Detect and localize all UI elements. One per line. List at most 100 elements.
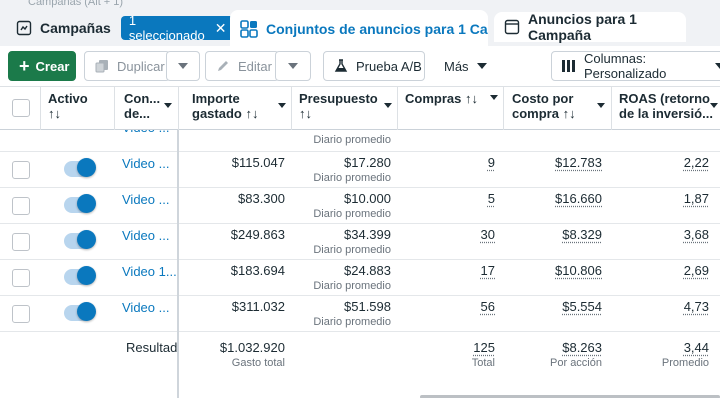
table-row[interactable]: Video ... $83.300 $10.000 Diario promedi… (0, 188, 720, 224)
budget-type: Diario promedio (313, 316, 391, 328)
breadcrumb: Campañas (Alt + 1) (28, 0, 124, 8)
purchases-value[interactable]: 56 (481, 299, 495, 314)
table-row[interactable]: Video 1... $183.694 $24.883 Diario prome… (0, 260, 720, 296)
col-budget[interactable]: Presupuesto ↑↓ (299, 91, 392, 121)
row-checkbox[interactable] (12, 233, 30, 251)
pencil-icon (216, 59, 230, 73)
table-row[interactable]: Video ... $311.032 $51.598 Diario promed… (0, 296, 720, 332)
chevron-down-icon[interactable] (278, 103, 286, 108)
adset-name-link[interactable]: Video 1... (122, 264, 177, 279)
cost-value[interactable]: $8.329 (562, 227, 602, 242)
edit-dropdown-button[interactable] (275, 51, 311, 81)
table-row[interactable]: Video ... $115.047 $17.280 Diario promed… (0, 152, 720, 188)
tab-campaigns[interactable]: Campañas 1 seleccionado ✕ (0, 10, 235, 46)
col-cost[interactable]: Costo por compra ↑↓ (512, 91, 605, 121)
column-divider (291, 87, 292, 130)
ab-test-button[interactable]: Prueba A/B (323, 51, 425, 81)
adset-name-link[interactable]: Video ... (122, 300, 169, 315)
create-button[interactable]: + Crear (8, 51, 76, 81)
more-label: Más (444, 58, 469, 74)
col-purchases[interactable]: Compras ↑↓ (405, 91, 498, 106)
edit-button[interactable]: Editar (205, 51, 279, 81)
table-header: Activo ↑↓ Con... de... Importe gastado ↑… (0, 87, 720, 130)
purchases-value[interactable]: 5 (488, 191, 495, 206)
roas-value[interactable]: 3,68 (684, 227, 709, 242)
more-button[interactable]: Más (433, 51, 497, 81)
columns-icon (562, 60, 576, 72)
cost-value[interactable]: $12.783 (555, 155, 602, 170)
row-checkbox[interactable] (12, 197, 30, 215)
budget-value: $34.399 (344, 227, 391, 242)
adset-name-link[interactable]: Video ... (122, 228, 169, 243)
totals-label: Resultad (126, 340, 178, 355)
chevron-down-icon[interactable] (597, 103, 605, 108)
active-toggle[interactable] (64, 302, 96, 321)
col-spent-title-2: gastado ↑↓ (192, 106, 259, 121)
purchases-value[interactable]: 17 (481, 263, 495, 278)
tab-adsets[interactable]: Conjuntos de anuncios para 1 Campaña (230, 10, 488, 46)
roas-value[interactable]: 2,22 (684, 155, 709, 170)
spent-value: $83.300 (238, 191, 285, 206)
duplicate-label: Duplicar (117, 58, 165, 74)
duplicate-button[interactable]: Duplicar (84, 51, 170, 81)
folder-icon (16, 20, 32, 36)
chevron-down-icon (288, 63, 298, 69)
col-purchases-title: Compras ↑↓ (405, 91, 478, 106)
cost-value[interactable]: $10.806 (555, 263, 602, 278)
chevron-down-icon[interactable] (164, 103, 172, 108)
edit-label: Editar (238, 58, 272, 74)
column-divider (114, 87, 115, 130)
row-checkbox[interactable] (12, 161, 30, 179)
active-toggle[interactable] (64, 158, 96, 177)
purchases-value[interactable]: 9 (488, 155, 495, 170)
spent-value: $311.032 (231, 299, 285, 314)
select-all-checkbox[interactable] (12, 99, 30, 117)
roas-value[interactable]: 4,73 (684, 299, 709, 314)
chevron-down-icon[interactable] (490, 95, 498, 100)
adset-name-link[interactable]: Video ... (122, 192, 169, 207)
col-spent[interactable]: Importe gastado ↑↓ (192, 91, 286, 121)
budget-type: Diario promedio (313, 244, 391, 256)
tab-ads[interactable]: Anuncios para 1 Campaña (494, 11, 686, 43)
cost-value[interactable]: $5.554 (562, 299, 602, 314)
row-checkbox[interactable] (12, 269, 30, 287)
roas-value[interactable]: 2,69 (684, 263, 709, 278)
create-label: Crear (35, 58, 70, 74)
total-purchases: 125 (473, 340, 495, 355)
total-purchases-caption: Total (471, 357, 495, 369)
column-divider (40, 87, 41, 130)
column-divider (178, 87, 179, 130)
total-cost: $8.263 (562, 340, 602, 355)
roas-value[interactable]: 1,87 (684, 191, 709, 206)
table-row[interactable]: Video ... $249.863 $34.399 Diario promed… (0, 224, 720, 260)
column-divider (503, 87, 504, 130)
copy-icon (95, 59, 109, 73)
purchases-value[interactable]: 30 (481, 227, 495, 242)
column-divider (397, 87, 398, 130)
tab-ads-label: Anuncios para 1 Campaña (528, 11, 637, 43)
cost-value[interactable]: $16.660 (555, 191, 602, 206)
adset-name-link[interactable]: Video ... (122, 156, 169, 171)
level-tabs: Campañas 1 seleccionado ✕ Conjuntos de a… (0, 10, 720, 46)
spent-value: $115.047 (231, 155, 285, 170)
active-toggle[interactable] (64, 194, 96, 213)
col-name[interactable]: Con... de... (124, 91, 172, 121)
tab-campaigns-label: Campañas (40, 20, 111, 36)
toolbar: + Crear Duplicar Editar Prueba A/B Más C… (0, 46, 720, 86)
grid-icon (240, 20, 258, 38)
active-toggle[interactable] (64, 266, 96, 285)
col-active[interactable]: Activo ↑↓ (48, 91, 108, 121)
col-budget-title: Presupuesto (299, 91, 378, 106)
chevron-down-icon[interactable] (710, 103, 718, 108)
selected-chip[interactable]: 1 seleccionado ✕ (120, 13, 235, 43)
row-checkbox[interactable] (12, 305, 30, 323)
total-roas: 3,44 (683, 340, 709, 355)
active-toggle[interactable] (64, 230, 96, 249)
spent-value: $183.694 (230, 263, 285, 278)
chevron-down-icon[interactable] (384, 103, 392, 108)
close-icon[interactable]: ✕ (215, 20, 227, 37)
duplicate-dropdown-button[interactable] (166, 51, 200, 81)
col-roas[interactable]: ROAS (retorno de la inversió... (619, 91, 718, 121)
total-roas-caption: Promedio (661, 357, 709, 369)
columns-button[interactable]: Columnas: Personalizado (551, 51, 720, 81)
